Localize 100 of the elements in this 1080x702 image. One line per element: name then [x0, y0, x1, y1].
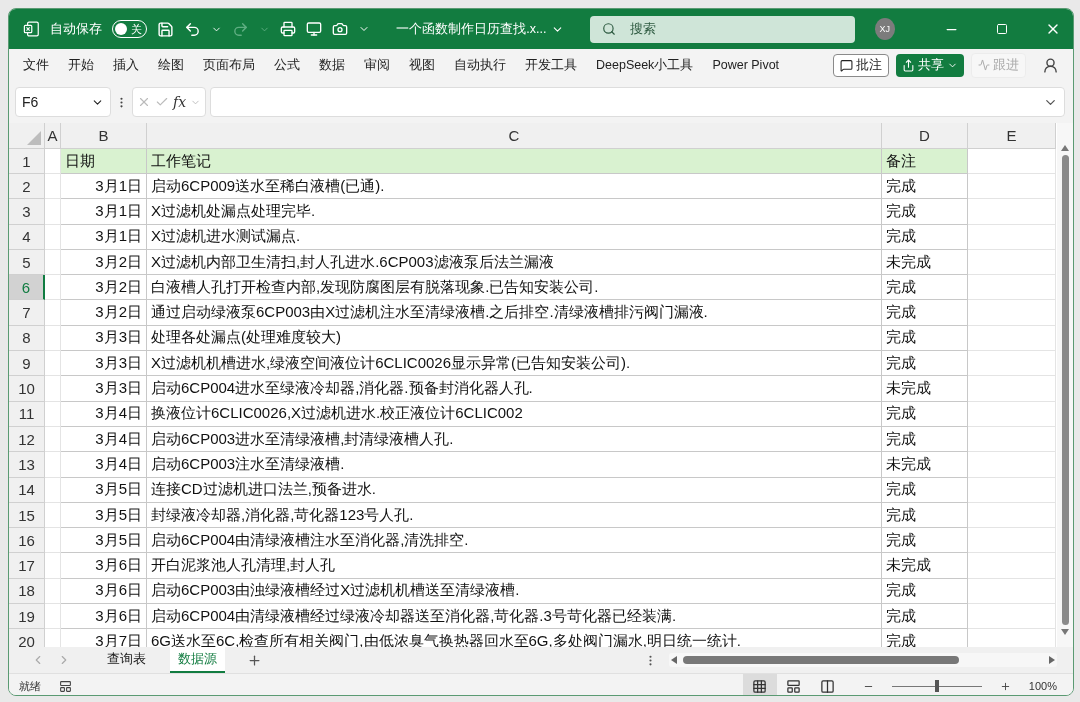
scroll-up-icon[interactable] [1061, 145, 1069, 151]
table-cell: 完成 [882, 325, 968, 352]
table-cell: 3月1日 [61, 224, 147, 250]
table-cell: 3月6日 [61, 604, 147, 630]
table-cell: 完成 [882, 174, 968, 200]
formula-buttons[interactable]: fx [132, 87, 207, 117]
ribbon-tab[interactable]: 开发工具 [525, 56, 587, 74]
column-header[interactable]: C [147, 123, 882, 149]
column-header[interactable]: A [45, 123, 61, 149]
table-cell: X过滤机进水测试漏点. [147, 224, 882, 250]
table-cell: 3月2日 [61, 300, 147, 326]
row-header[interactable]: 19 [9, 604, 45, 630]
row-header[interactable]: 15 [9, 502, 45, 529]
undo-icon[interactable] [184, 20, 202, 38]
scrollbar-thumb[interactable] [1061, 155, 1069, 625]
row-header[interactable]: 9 [9, 351, 45, 377]
ribbon-tab[interactable]: 插入 [113, 56, 149, 74]
table-cell: 完成 [882, 275, 968, 301]
table-cell: 3月4日 [61, 452, 147, 478]
row-header[interactable]: 4 [9, 224, 45, 250]
table-cell: 完成 [882, 604, 968, 630]
person-icon[interactable] [1042, 56, 1059, 74]
zoom-in-icon[interactable] [999, 680, 1011, 692]
table-header-cell: 备注 [882, 149, 968, 174]
row-header[interactable]: 6 [9, 275, 45, 301]
column-header[interactable]: D [882, 123, 968, 149]
table-cell: 完成 [882, 224, 968, 250]
table-cell: 3月3日 [61, 325, 147, 352]
check-icon [155, 95, 169, 109]
grid-icon [752, 678, 768, 694]
vertical-scrollbar[interactable] [1057, 123, 1073, 647]
zoom-slider-thumb[interactable] [934, 680, 939, 692]
cancel-icon [137, 95, 151, 109]
save-icon[interactable] [157, 20, 175, 38]
excel-logo-icon [23, 20, 40, 38]
ribbon-tab[interactable]: Power Pivot [712, 58, 790, 72]
file-name[interactable]: 一个函数制作日历查找.x... [396, 20, 547, 38]
table-cell: 3月1日 [61, 174, 147, 200]
page-break-icon [820, 678, 836, 694]
row-header[interactable]: 20 [9, 629, 45, 647]
table-cell: 3月6日 [61, 553, 147, 579]
table-cell: 完成 [882, 528, 968, 554]
table-cell: 完成 [882, 401, 968, 427]
search-icon [601, 22, 616, 36]
scroll-down-icon[interactable] [1061, 629, 1069, 635]
table-cell: 完成 [882, 426, 968, 453]
table-cell: 3月5日 [61, 477, 147, 503]
camera-icon[interactable] [332, 21, 349, 37]
share-icon [902, 58, 915, 72]
row-header[interactable]: 10 [9, 376, 45, 402]
row-header[interactable]: 8 [9, 325, 45, 352]
table-cell: 启动6CP004由清绿液槽经过绿液冷却器送至消化器,苛化器.3号苛化器已经装满. [147, 604, 882, 630]
monitor-icon[interactable] [306, 21, 323, 37]
ribbon-tab[interactable]: 页面布局 [203, 56, 265, 74]
column-header[interactable]: E [968, 123, 1056, 149]
table-header-cell: 日期 [61, 149, 147, 174]
search-field[interactable]: 搜索 [589, 15, 855, 43]
ribbon-tab[interactable]: 开始 [68, 56, 104, 74]
ribbon-tab[interactable]: 绘图 [158, 56, 194, 74]
ribbon-tab[interactable]: 审阅 [364, 56, 400, 74]
table-cell: X过滤机内部卫生清扫,封人孔进水.6CP003滤液泵后法兰漏液 [147, 249, 882, 276]
add-sheet-icon[interactable] [247, 652, 262, 668]
name-box[interactable]: F6 [15, 87, 111, 117]
table-cell: 处理各处漏点(处理难度较大) [147, 325, 882, 352]
horizontal-scrollbar[interactable] [669, 653, 1057, 667]
row-header[interactable]: 5 [9, 249, 45, 276]
row-header[interactable]: 11 [9, 401, 45, 427]
sheet-tab[interactable]: 查询表 [99, 647, 154, 673]
column-header[interactable]: B [61, 123, 147, 149]
row-header[interactable]: 16 [9, 528, 45, 554]
view-button[interactable] [742, 674, 777, 695]
row-header[interactable]: 1 [9, 149, 45, 174]
ribbon-tab[interactable]: 视图 [409, 56, 445, 74]
ribbon-tab[interactable]: 自动执行 [454, 56, 516, 74]
table-cell: 3月4日 [61, 401, 147, 427]
table-cell: 3月2日 [61, 275, 147, 301]
row-header[interactable]: 13 [9, 452, 45, 478]
share-button[interactable]: 共享 [896, 53, 964, 77]
comment-button[interactable]: 批注 [833, 53, 889, 77]
formula-input[interactable] [210, 87, 1065, 117]
table-cell: 白液槽人孔打开检查内部,发现防腐图层有脱落现象.已告知安装公司. [147, 275, 882, 301]
ribbon-tab[interactable]: 文件 [23, 56, 59, 74]
sheet-tab[interactable]: 数据源 [170, 647, 225, 673]
zoom-level[interactable]: 100% [1028, 680, 1057, 692]
ribbon-tab[interactable]: 数据 [319, 56, 355, 74]
row-header[interactable]: 12 [9, 426, 45, 453]
table-cell: 3月5日 [61, 528, 147, 554]
table-cell: 3月3日 [61, 351, 147, 377]
row-header[interactable]: 17 [9, 553, 45, 579]
ribbon-tab[interactable]: DeepSeek小工具 [596, 56, 704, 74]
table-cell: 完成 [882, 300, 968, 326]
row-header[interactable]: 7 [9, 300, 45, 326]
printer-icon[interactable] [280, 21, 297, 37]
table-cell: 启动6CP004进水至绿液冷却器,消化器.预备封消化器人孔. [147, 376, 882, 402]
row-header[interactable]: 14 [9, 477, 45, 503]
row-header[interactable]: 2 [9, 174, 45, 200]
row-header[interactable]: 3 [9, 199, 45, 225]
user-avatar[interactable]: XJ [874, 18, 895, 40]
ribbon-tab[interactable]: 公式 [274, 56, 310, 74]
row-header[interactable]: 18 [9, 578, 45, 605]
